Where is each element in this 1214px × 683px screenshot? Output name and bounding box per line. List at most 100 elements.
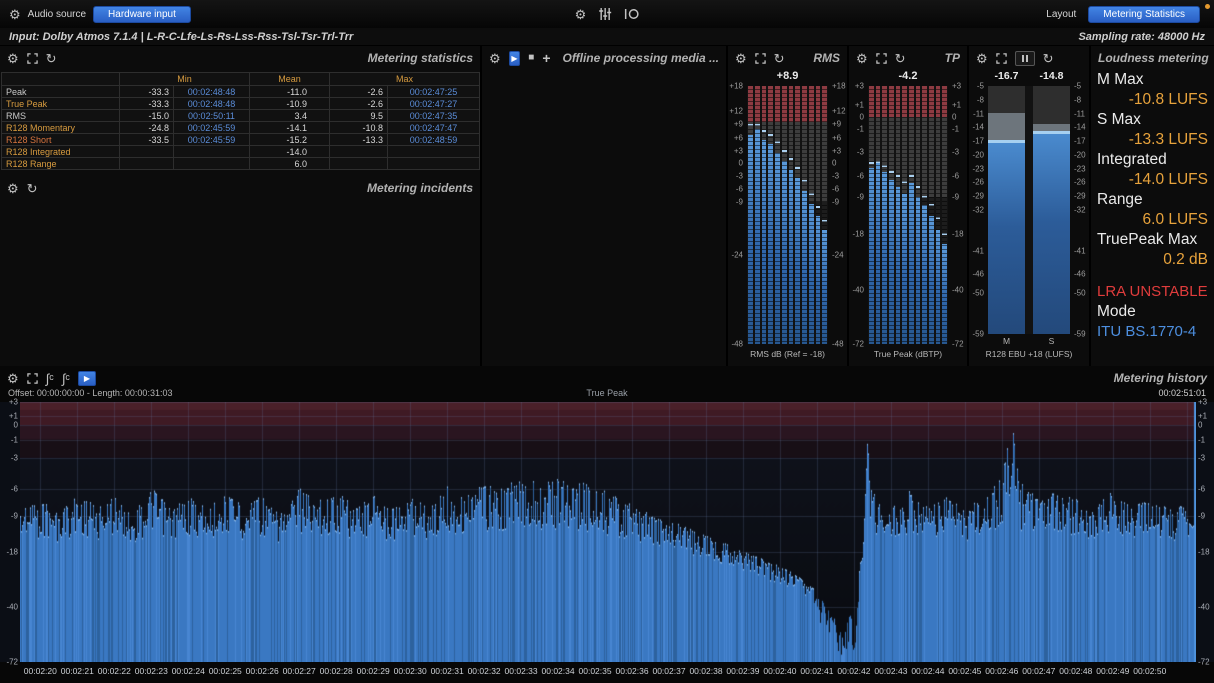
history-time-label: 00:02:31 bbox=[431, 666, 464, 676]
stats-min-value: -33.3 bbox=[120, 86, 174, 98]
meter-tick-label: +12 bbox=[832, 106, 846, 115]
history-tick-label-left: -9 bbox=[3, 512, 18, 521]
loudness-readout-value: 6.0 LUFS bbox=[1097, 210, 1208, 230]
history-time-axis: 00:02:2000:02:2100:02:2200:02:2300:02:24… bbox=[0, 666, 1214, 680]
history-tick-label-right: -40 bbox=[1198, 603, 1213, 612]
stats-gear-icon[interactable]: ⚙ bbox=[7, 52, 19, 65]
meter-led-stripes bbox=[802, 86, 807, 344]
stats-row-label: R128 Short bbox=[2, 134, 120, 146]
history-panel-header: ⚙ ∫ᶜ ∫ᶜ ▶ Metering history bbox=[0, 366, 1214, 390]
loudness-reset-icon[interactable]: ↻ bbox=[1043, 52, 1054, 65]
incidents-panel-title: Metering incidents bbox=[367, 181, 473, 195]
stats-fullscreen-icon[interactable] bbox=[27, 53, 38, 64]
stats-min-time: 00:02:48:48 bbox=[174, 98, 250, 110]
offline-add-icon[interactable]: + bbox=[542, 51, 550, 65]
incidents-reset-icon[interactable]: ↻ bbox=[27, 182, 38, 195]
rms-fullscreen-icon[interactable] bbox=[755, 53, 766, 64]
rms-meter-panel: ⚙ ↻ RMS +8.9 +18+12+9+6+30-3-6-9-24-48+1… bbox=[728, 46, 847, 366]
meter-bars bbox=[747, 86, 828, 344]
tp-gear-icon[interactable]: ⚙ bbox=[856, 52, 868, 65]
meter-led-stripes bbox=[782, 86, 787, 344]
loudness-tick-label: -59 bbox=[1074, 330, 1086, 339]
rms-reset-icon[interactable]: ↻ bbox=[774, 52, 785, 65]
loudness-maxhold-zone bbox=[988, 113, 1025, 140]
layout-label[interactable]: Layout bbox=[1046, 9, 1076, 20]
rms-gear-icon[interactable]: ⚙ bbox=[735, 52, 747, 65]
meter-tick-label: +9 bbox=[832, 120, 841, 129]
meter-channel bbox=[889, 86, 894, 344]
stats-max-time bbox=[388, 158, 480, 170]
incidents-gear-icon[interactable]: ⚙ bbox=[7, 182, 19, 195]
meter-channel bbox=[882, 86, 887, 344]
loudness-gear-icon[interactable]: ⚙ bbox=[976, 52, 988, 65]
meter-tick-label: +18 bbox=[832, 82, 846, 91]
loudness-pause-button[interactable] bbox=[1015, 51, 1035, 66]
history-time-label: 00:02:35 bbox=[579, 666, 612, 676]
loudness-bar bbox=[988, 140, 1025, 334]
history-waveform-canvas[interactable] bbox=[20, 402, 1196, 662]
history-auto-length-icon[interactable]: ∫ᶜ bbox=[62, 372, 70, 385]
history-play-button[interactable]: ▶ bbox=[78, 371, 96, 386]
loudness-bar-column bbox=[1033, 86, 1070, 334]
history-fullscreen-icon[interactable] bbox=[27, 373, 38, 384]
meter-channel bbox=[816, 86, 821, 344]
meter-tick-label: +3 bbox=[855, 82, 864, 91]
history-tick-label-right: -1 bbox=[1198, 435, 1213, 444]
history-auto-offset-icon[interactable]: ∫ᶜ bbox=[46, 372, 54, 385]
stats-mean-value: -15.2 bbox=[250, 134, 330, 146]
meter-scale-right: +3+10-1-3-6-9-18-40-72 bbox=[950, 86, 967, 344]
history-panel-title: Metering history bbox=[1114, 371, 1207, 385]
loudness-fullscreen-icon[interactable] bbox=[996, 53, 1007, 64]
offline-gear-icon[interactable]: ⚙ bbox=[489, 52, 501, 65]
loudness-readout-body: M Max-10.8 LUFSS Max-13.3 LUFSIntegrated… bbox=[1097, 70, 1208, 342]
meter-led-stripes bbox=[922, 86, 927, 344]
meter-tick-label: -18 bbox=[852, 230, 864, 239]
loudness-tick-label: -26 bbox=[1074, 178, 1086, 187]
metering-statistics-button[interactable]: Metering Statistics bbox=[1088, 6, 1200, 23]
stats-reset-icon[interactable]: ↻ bbox=[46, 52, 57, 65]
meter-led-stripes bbox=[902, 86, 907, 344]
metering-statistics-panel: ⚙ ↻ Metering statistics MinMeanMaxPeak-3… bbox=[0, 46, 480, 366]
infobar: Input: Dolby Atmos 7.1.4 | L-R-C-Lfe-Ls-… bbox=[0, 28, 1214, 46]
rms-panel-header: ⚙ ↻ RMS bbox=[728, 46, 847, 70]
hardware-input-button[interactable]: Hardware input bbox=[93, 6, 191, 23]
loudness-readout-header: Loudness metering bbox=[1091, 46, 1214, 70]
loudness-tick-label: -11 bbox=[973, 109, 984, 118]
meter-channel bbox=[942, 86, 947, 344]
loudness-tick-label: -26 bbox=[972, 178, 984, 187]
mixer-icon[interactable] bbox=[598, 8, 611, 20]
stats-max-value: -2.6 bbox=[330, 86, 388, 98]
history-gear-icon[interactable]: ⚙ bbox=[7, 372, 19, 385]
mode-value: ITU BS.1770-4 bbox=[1097, 322, 1208, 342]
loudness-tick-label: -29 bbox=[1074, 192, 1086, 201]
history-time-label: 00:02:44 bbox=[911, 666, 944, 676]
meter-tick-label: +6 bbox=[734, 133, 743, 142]
meter-channel bbox=[775, 86, 780, 344]
meter-channel bbox=[896, 86, 901, 344]
meter-tick-label: -9 bbox=[952, 192, 959, 201]
tp-reset-icon[interactable]: ↻ bbox=[895, 52, 906, 65]
loudness-bar-channel-label: S bbox=[1033, 336, 1070, 346]
stats-min-time bbox=[174, 158, 250, 170]
audio-source-gear-icon[interactable]: ⚙ bbox=[9, 8, 21, 21]
loudness-bar bbox=[1033, 131, 1070, 334]
offline-stop-icon[interactable]: ■ bbox=[528, 53, 534, 63]
loudness-readout-value: -13.3 LUFS bbox=[1097, 130, 1208, 150]
offline-panel-header: ⚙ ▶ ■ + Offline processing media ... bbox=[482, 46, 726, 70]
history-tick-label-left: +1 bbox=[3, 411, 18, 420]
stats-max-value: 9.5 bbox=[330, 110, 388, 122]
settings-gear-icon[interactable]: ⚙ bbox=[575, 8, 587, 21]
history-tick-label-left: -18 bbox=[3, 547, 18, 556]
loudness-tick-label: -5 bbox=[1074, 82, 1081, 91]
meter-led-stripes bbox=[748, 86, 753, 344]
stats-min-value bbox=[120, 146, 174, 158]
tp-fullscreen-icon[interactable] bbox=[876, 53, 887, 64]
history-tick-label-right: -9 bbox=[1198, 512, 1213, 521]
loudness-tick-label: -14 bbox=[1074, 123, 1086, 132]
offline-play-button[interactable]: ▶ bbox=[509, 51, 521, 66]
history-time-label: 00:02:39 bbox=[726, 666, 759, 676]
history-offset-length: Offset: 00:00:00:00 - Length: 00:00:31:0… bbox=[8, 388, 172, 398]
history-current-time: 00:02:51:01 bbox=[1158, 388, 1206, 398]
loudness-readout-label: TruePeak Max bbox=[1097, 230, 1208, 250]
io-icon[interactable] bbox=[623, 8, 639, 20]
